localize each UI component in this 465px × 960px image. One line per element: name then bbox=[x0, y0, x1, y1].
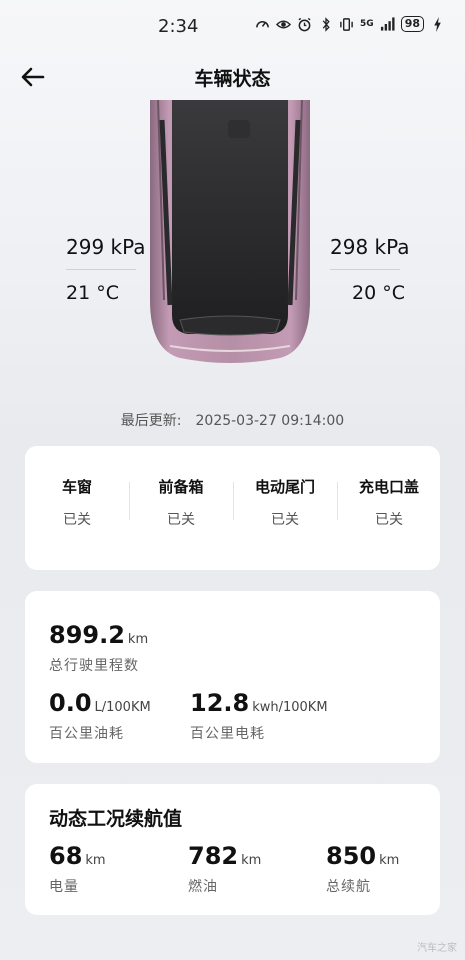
odometer-value: 899.2 bbox=[49, 621, 125, 649]
status-item-label: 前备箱 bbox=[158, 478, 204, 496]
vibrate-icon bbox=[339, 17, 354, 32]
status-item-charge-port[interactable]: 充电口盖 已关 bbox=[337, 446, 441, 570]
fuel-range-stat: 782 km 燃油 bbox=[188, 842, 261, 896]
car-top-view-image bbox=[150, 100, 310, 363]
bluetooth-icon bbox=[318, 16, 333, 32]
tire-left-pressure: 299 kPa bbox=[66, 235, 146, 259]
power-consumption-unit: kwh/100KM bbox=[252, 700, 328, 715]
electric-range-stat: 68 km 电量 bbox=[49, 842, 106, 896]
status-item-value: 已关 bbox=[63, 512, 91, 528]
power-consumption-value: 12.8 bbox=[190, 689, 250, 717]
status-item-value: 已关 bbox=[375, 512, 403, 528]
fuel-range-label: 燃油 bbox=[188, 879, 218, 895]
eye-icon bbox=[276, 17, 292, 32]
alarm-icon bbox=[297, 17, 312, 32]
total-range-stat: 850 km 总续航 bbox=[326, 842, 399, 896]
battery-level: 98 bbox=[400, 16, 424, 32]
status-item-label: 电动尾门 bbox=[254, 478, 315, 496]
signal-icon bbox=[380, 17, 395, 32]
consumption-stats-card: 899.2 km 总行驶里程数 0.0 L/100KM 百公里油耗 12.8 kwh/… bbox=[25, 591, 440, 763]
status-item-label: 车窗 bbox=[61, 478, 92, 496]
range-card: 动态工况续航值 68 km 电量 782 km 燃油 850 km 总续航 bbox=[25, 784, 440, 915]
status-item-value: 已关 bbox=[167, 512, 195, 528]
range-title: 动态工况续航值 bbox=[49, 808, 183, 830]
tire-left-temp: 21 °C bbox=[66, 282, 119, 304]
power-consumption-stat: 12.8 kwh/100KM 百公里电耗 bbox=[190, 689, 328, 743]
last-update-value: 2025-03-27 09:14:00 bbox=[195, 413, 345, 429]
tire-right: 298 kPa 20 °C bbox=[330, 235, 410, 304]
electric-range-unit: km bbox=[85, 853, 106, 868]
status-item-windows[interactable]: 车窗 已关 bbox=[25, 446, 129, 570]
page-title: 车辆状态 bbox=[194, 68, 271, 90]
network-type: 5G bbox=[360, 18, 374, 29]
status-bar: 2:34 5G 98 bbox=[0, 0, 465, 56]
speedometer-icon bbox=[255, 17, 270, 32]
last-update-label: 最后更新: bbox=[120, 413, 182, 429]
vehicle-closure-status-card: 车窗 已关 前备箱 已关 电动尾门 已关 充电口盖 已关 bbox=[25, 446, 440, 570]
tire-left: 299 kPa 21 °C bbox=[66, 235, 146, 304]
electric-range-label: 电量 bbox=[49, 879, 79, 895]
electric-range-value: 68 bbox=[49, 842, 83, 870]
status-item-tailgate[interactable]: 电动尾门 已关 bbox=[233, 446, 337, 570]
header: 车辆状态 bbox=[0, 56, 465, 100]
watermark: 汽车之家 bbox=[417, 943, 457, 954]
fuel-consumption-value: 0.0 bbox=[49, 689, 92, 717]
status-time: 2:34 bbox=[158, 16, 199, 37]
charging-icon bbox=[430, 16, 445, 32]
total-range-value: 850 bbox=[326, 842, 377, 870]
status-item-value: 已关 bbox=[271, 512, 299, 528]
total-range-label: 总续航 bbox=[326, 879, 371, 895]
fuel-consumption-unit: L/100KM bbox=[94, 700, 151, 715]
tire-right-temp: 20 °C bbox=[352, 282, 405, 304]
fuel-consumption-label: 百公里油耗 bbox=[49, 726, 124, 742]
last-update: 最后更新: 2025-03-27 09:14:00 bbox=[0, 410, 465, 430]
status-item-frunk[interactable]: 前备箱 已关 bbox=[129, 446, 233, 570]
fuel-range-unit: km bbox=[241, 853, 262, 868]
odometer-label: 总行驶里程数 bbox=[49, 658, 139, 674]
total-range-unit: km bbox=[379, 853, 400, 868]
fuel-range-value: 782 bbox=[188, 842, 239, 870]
tire-right-pressure: 298 kPa bbox=[330, 235, 410, 259]
fuel-consumption-stat: 0.0 L/100KM 百公里油耗 bbox=[49, 689, 151, 743]
odometer-stat: 899.2 km 总行驶里程数 bbox=[49, 621, 148, 675]
tire-right-divider bbox=[330, 269, 400, 270]
status-item-label: 充电口盖 bbox=[358, 478, 419, 496]
car-area: 299 kPa 21 °C 298 kPa 20 °C bbox=[0, 100, 465, 400]
status-icons: 5G 98 bbox=[255, 16, 445, 32]
power-consumption-label: 百公里电耗 bbox=[190, 726, 265, 742]
tire-left-divider bbox=[66, 269, 136, 270]
odometer-unit: km bbox=[127, 632, 149, 647]
